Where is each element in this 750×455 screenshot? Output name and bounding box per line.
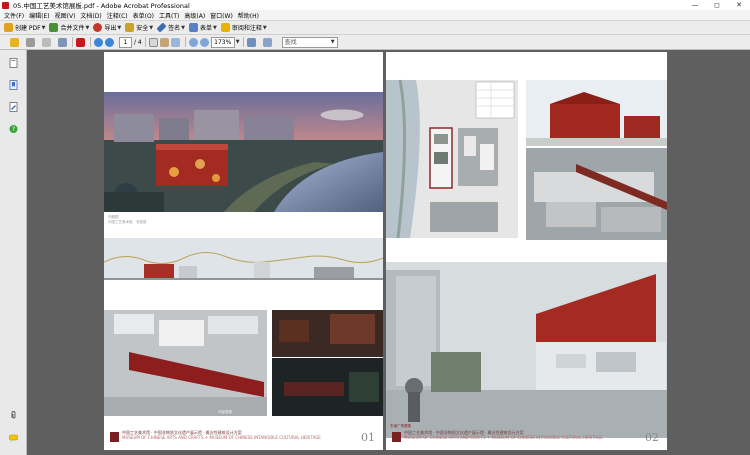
review-comment-button[interactable]: 审阅和注释 ▼ [220, 22, 267, 33]
menu-file[interactable]: 文件(F) [4, 11, 24, 20]
find-placeholder: 查找 [284, 38, 297, 46]
menu-window[interactable]: 窗口(W) [210, 11, 233, 20]
comments-panel-icon[interactable] [9, 433, 18, 443]
forms-label: 表单 [199, 25, 212, 32]
perspective-caption: 东南广场透视 [390, 424, 411, 428]
menu-bar: 文件(F) 编辑(E) 视图(V) 文档(D) 注释(C) 表单(O) 工具(T… [0, 10, 750, 21]
attachments-paperclip-icon[interactable] [9, 410, 18, 420]
marquee-zoom-icon[interactable] [170, 37, 180, 47]
email-icon[interactable] [42, 37, 51, 47]
minimize-button[interactable]: — [684, 0, 706, 10]
fit-page-icon[interactable] [246, 37, 256, 47]
close-button[interactable]: ✕ [728, 0, 750, 10]
menu-document[interactable]: 文档(D) [80, 11, 101, 20]
toolbar-separator [144, 37, 146, 47]
sign-button[interactable]: 签名 ▼ [156, 22, 185, 33]
navigation-toolbar: 1 / 4 173% ▼ 查找 ▼ [0, 35, 750, 50]
navigation-pane: ? [0, 50, 27, 455]
page-number-input[interactable]: 1 [119, 36, 132, 48]
pdf-page-1: 鸟瞰图 中国工艺美术馆 · 非遗馆 内部透视 中国工艺美术馆 · 中国非物质文化… [104, 52, 383, 450]
save-icon[interactable] [58, 37, 67, 47]
secure-button[interactable]: 安全 ▼ [125, 22, 153, 33]
zoom-in-icon[interactable] [199, 37, 209, 47]
menu-comments[interactable]: 注释(C) [107, 11, 128, 20]
page-2-artwork [386, 79, 667, 438]
pdf-page-2: 东南广场透视 中国工艺美术馆 · 中国非物质文化遗产展示馆 · 概念性建筑设计方… [386, 52, 667, 450]
create-pdf-label: 创建 PDF [15, 25, 41, 32]
footer-logo-mark [392, 432, 401, 442]
zoom-level-input[interactable]: 173% [210, 36, 235, 48]
create-pdf-button[interactable]: 创建 PDF ▼ [4, 22, 45, 33]
zoom-out-icon[interactable] [188, 37, 198, 47]
secure-label: 安全 [136, 25, 149, 32]
help-panel-icon[interactable]: ? [9, 124, 18, 134]
review-icon [220, 23, 230, 32]
aerial-caption-sub: 中国工艺美术馆 · 非遗馆 [108, 220, 147, 224]
create-pdf-from-web-icon[interactable] [76, 37, 85, 47]
svg-text:?: ? [12, 126, 15, 133]
toolbar-separator [90, 37, 91, 47]
forms-button[interactable]: 表单 ▼ [188, 22, 217, 33]
menu-edit[interactable]: 编辑(E) [29, 11, 49, 20]
toolbar-separator [242, 37, 244, 47]
menu-view[interactable]: 视图(V) [55, 11, 76, 20]
export-button[interactable]: 导出 ▼ [93, 22, 121, 33]
footer-english-title: MUSEUM OF CHINESE ARTS AND CRAFTS + MUSE… [122, 435, 321, 440]
combine-files-button[interactable]: 合并文件 ▼ [49, 22, 89, 33]
lock-icon [125, 23, 135, 32]
menu-forms[interactable]: 表单(O) [133, 11, 154, 20]
window-controls: — ◻ ✕ [684, 0, 750, 10]
export-icon [93, 23, 103, 32]
menu-tools[interactable]: 工具(T) [159, 11, 179, 20]
interior-caption: 内部透视 [218, 410, 232, 414]
tasks-toolbar: 创建 PDF ▼ 合并文件 ▼ 导出 ▼ 安全 ▼ 签名 ▼ 表单 ▼ 审阅和注释 ▼ [0, 21, 750, 35]
next-page-icon[interactable] [105, 37, 114, 47]
toolbar-separator [184, 37, 186, 47]
zoom-dropdown-chevron-icon[interactable]: ▼ [236, 39, 240, 45]
window-title: 05.中国工艺美术馆展板.pdf - Adobe Acrobat Profess… [13, 2, 190, 10]
combine-files-icon [49, 23, 59, 32]
footer-logo-mark [110, 432, 119, 442]
menu-help[interactable]: 帮助(H) [238, 11, 259, 20]
open-folder-icon[interactable] [10, 37, 19, 47]
fit-width-icon[interactable] [262, 37, 272, 47]
previous-page-icon[interactable] [94, 37, 103, 47]
acrobat-app-icon [2, 1, 9, 9]
pages-panel-icon[interactable] [9, 58, 18, 68]
find-input[interactable]: 查找 ▼ [281, 36, 338, 48]
print-icon[interactable] [26, 37, 35, 47]
toolbar-separator [72, 37, 73, 47]
maximize-button[interactable]: ◻ [706, 0, 728, 10]
hand-tool-icon[interactable] [159, 37, 169, 47]
create-pdf-icon [4, 23, 13, 32]
review-label: 审阅和注释 [231, 25, 262, 32]
menu-advanced[interactable]: 高级(A) [184, 11, 205, 20]
bookmarks-panel-icon[interactable] [9, 80, 18, 90]
page-number-label: 02 [645, 431, 659, 444]
page-1-footer: 中国工艺美术馆 · 中国非物质文化遗产展示馆 · 概念性建筑设计方案 MUSEU… [122, 430, 321, 440]
page-2-footer: 中国工艺美术馆 · 中国非物质文化遗产展示馆 · 概念性建筑设计方案 MUSEU… [404, 430, 603, 440]
page-1-artwork [104, 92, 383, 416]
page-number-label: 01 [361, 431, 375, 444]
select-tool-icon[interactable] [148, 37, 158, 47]
combine-files-label: 合并文件 [60, 25, 85, 32]
forms-icon [188, 23, 198, 32]
sign-label: 签名 [168, 25, 181, 32]
pen-icon [156, 22, 167, 33]
document-view[interactable]: 鸟瞰图 中国工艺美术馆 · 非遗馆 内部透视 中国工艺美术馆 · 中国非物质文化… [27, 50, 750, 455]
page-total-label: / 4 [134, 38, 142, 46]
signatures-panel-icon[interactable] [9, 102, 18, 112]
title-bar: 05.中国工艺美术馆展板.pdf - Adobe Acrobat Profess… [0, 0, 750, 10]
export-label: 导出 [104, 25, 117, 32]
find-dropdown-chevron-icon[interactable]: ▼ [331, 38, 335, 47]
footer-english-title: MUSEUM OF CHINESE ARTS AND CRAFTS + MUSE… [404, 435, 603, 440]
